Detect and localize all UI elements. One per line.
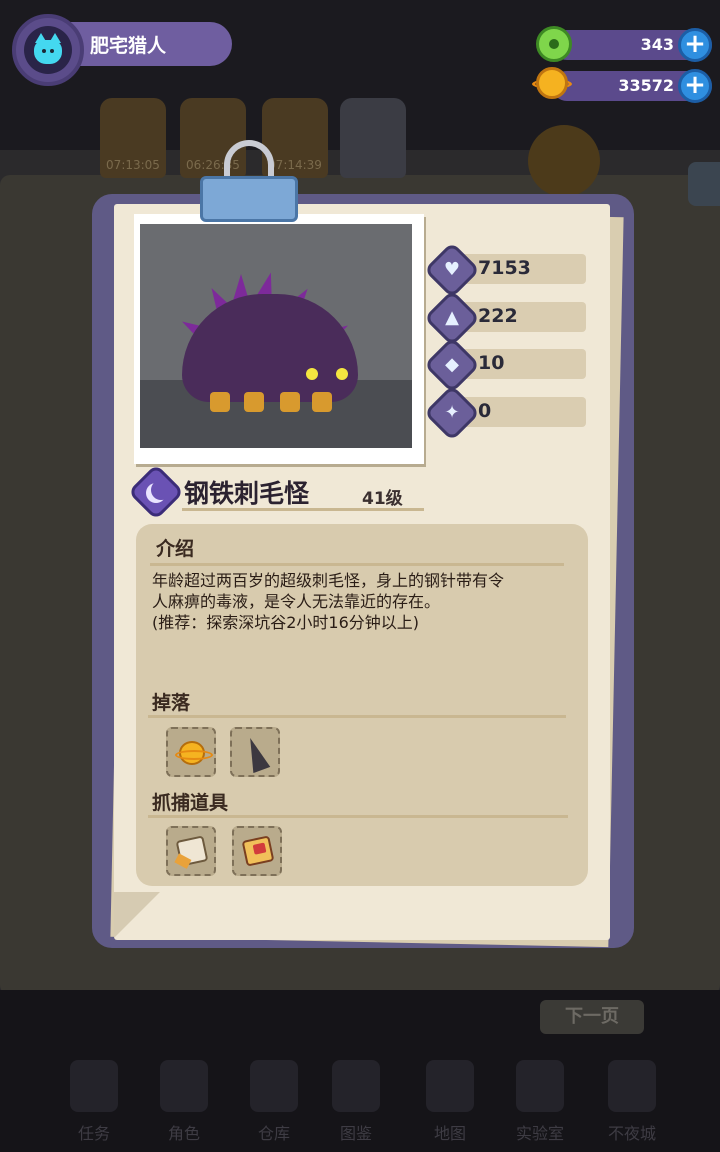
share-icon bbox=[688, 162, 720, 206]
background-badge bbox=[528, 125, 600, 197]
drop-slot-coin[interactable] bbox=[166, 727, 216, 777]
capture-tools-heading: 抓捕道具 bbox=[152, 792, 229, 814]
background-add-tab bbox=[340, 98, 406, 178]
drops-heading: 掉落 bbox=[152, 692, 191, 714]
stat-defense-value: 10 bbox=[478, 352, 505, 374]
drop-slot-horn[interactable] bbox=[230, 727, 280, 777]
intro-heading: 介绍 bbox=[156, 538, 195, 560]
monster-name: 钢铁刺毛怪 bbox=[184, 479, 310, 508]
nav-task: 任务 bbox=[54, 1060, 134, 1150]
nav-map: 地图 bbox=[410, 1060, 490, 1150]
dark-horn-icon bbox=[241, 734, 271, 774]
player-name: 肥宅猎人 bbox=[90, 35, 167, 57]
monster-level: 41级 bbox=[362, 489, 403, 509]
background-timer-tab: 07:13:05 bbox=[100, 98, 166, 178]
gold-planet-coin-icon bbox=[175, 741, 213, 765]
drops-underline bbox=[148, 715, 566, 718]
paper-scroll-icon bbox=[175, 835, 209, 867]
speed-icon: ✦ bbox=[444, 402, 460, 423]
stat-attack-value: 222 bbox=[478, 305, 518, 327]
nav-nightcity: 不夜城 bbox=[592, 1060, 672, 1150]
donut-count: 343 bbox=[640, 35, 674, 54]
add-coin-button[interactable]: + bbox=[678, 69, 712, 103]
shield-icon: ◆ bbox=[445, 354, 459, 375]
avatar[interactable] bbox=[12, 14, 84, 86]
add-donut-button[interactable]: + bbox=[678, 28, 712, 62]
heart-icon: ♥ bbox=[443, 259, 461, 280]
intro-underline bbox=[150, 563, 564, 566]
monster-photo bbox=[140, 224, 412, 448]
moon-icon bbox=[146, 483, 166, 503]
next-page-button: 下一页 bbox=[540, 1000, 644, 1034]
tools-underline bbox=[148, 815, 568, 818]
tool-slot-scroll[interactable] bbox=[166, 826, 216, 876]
red-scroll-icon bbox=[241, 835, 275, 867]
nav-codex: 图鉴 bbox=[316, 1060, 396, 1150]
nav-warehouse: 仓库 bbox=[234, 1060, 314, 1150]
attack-icon: ▲ bbox=[445, 307, 459, 328]
nav-lab: 实验室 bbox=[500, 1060, 580, 1150]
binder-clip-base bbox=[200, 176, 298, 222]
coin-count: 33572 bbox=[618, 76, 674, 95]
stat-speed-value: 0 bbox=[478, 400, 492, 422]
stat-hp-value: 7153 bbox=[478, 257, 531, 279]
intro-text: 年龄超过两百岁的超级刺毛怪，身上的钢针带有令 人麻痹的毒液，是令人无法靠近的存在… bbox=[152, 571, 505, 632]
nav-role: 角色 bbox=[144, 1060, 224, 1150]
paper-fold bbox=[114, 892, 160, 938]
tool-slot-red-scroll[interactable] bbox=[232, 826, 282, 876]
cat-avatar-icon bbox=[34, 33, 62, 64]
name-underline bbox=[182, 508, 424, 511]
